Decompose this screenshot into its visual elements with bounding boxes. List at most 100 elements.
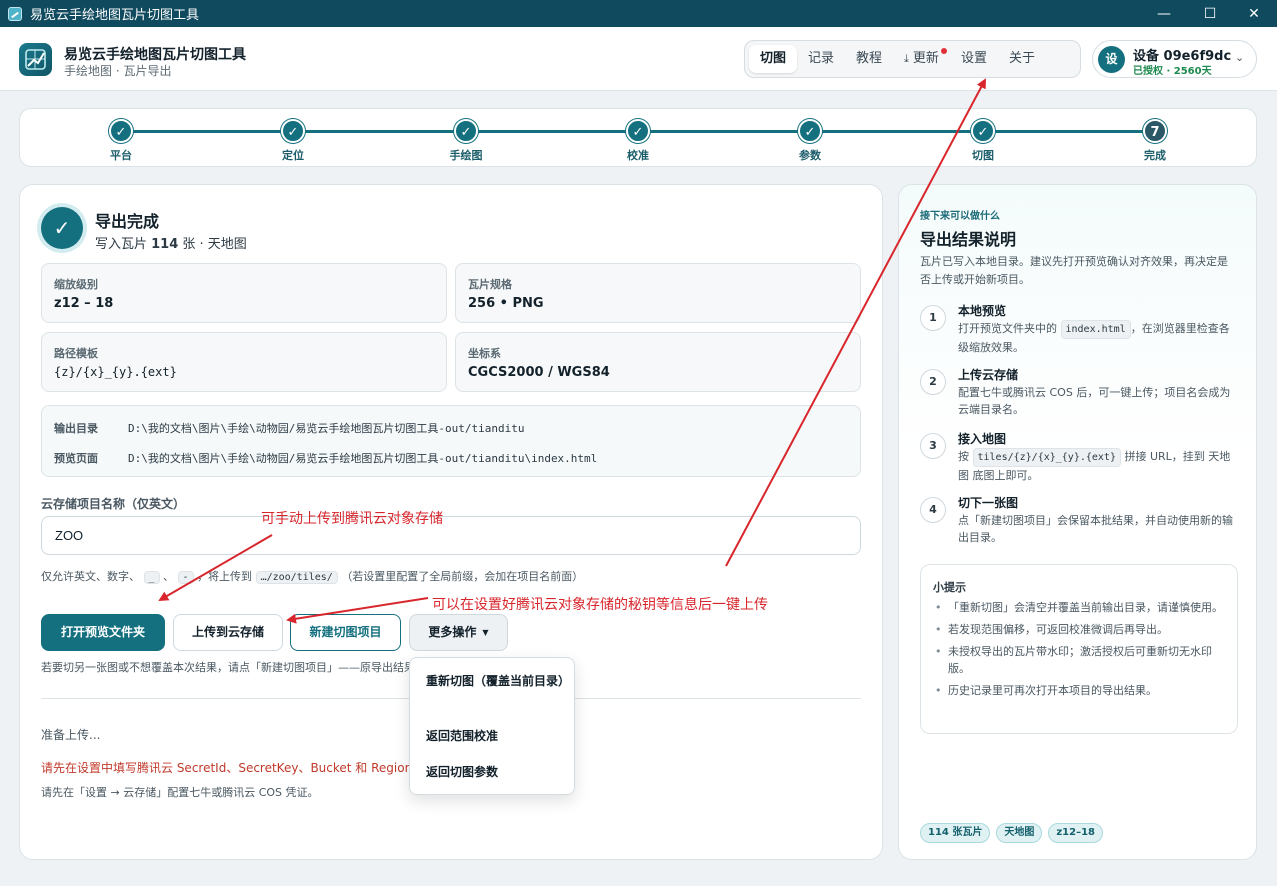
step-desc-text: 按 — [958, 450, 969, 463]
spec-value: 256 • PNG — [468, 296, 544, 311]
app-subtitle: 手绘地图 · 瓦片导出 — [64, 64, 172, 78]
step-number: 4 — [920, 497, 946, 523]
output-dir-value: D:\我的文档\图片\手绘\动物园/易览云手绘地图瓦片切图工具-out/tian… — [128, 422, 525, 435]
tag-zoom: z12–18 — [1048, 823, 1104, 843]
result-tags: 114 张瓦片 天地图 z12–18 — [920, 823, 1109, 843]
nav-update[interactable]: ⤓ 更新 — [893, 45, 950, 73]
path-template-box: 路径模板 {z}/{x}_{y}.{ext} — [41, 332, 447, 392]
step-done: 7 完成 — [1115, 119, 1195, 163]
preview-page-label: 预览页面 — [54, 452, 98, 465]
step-code: index.html — [1060, 320, 1131, 339]
step-params: ✓ 参数 — [770, 119, 850, 163]
tag-tile-count: 114 张瓦片 — [920, 823, 991, 843]
step-label: 定位 — [282, 149, 304, 162]
step-desc: 打开预览文件夹中的 index.html ，在浏览器里检查各级缩放效果。 — [958, 320, 1240, 356]
step-calibrate: ✓ 校准 — [598, 119, 678, 163]
license-status: 已授权 · 2560天 — [1133, 66, 1212, 77]
menu-item-back-params[interactable]: 返回切图参数 — [426, 764, 566, 781]
annotation-one-click-upload: 可以在设置好腾讯云对象存储的秘钥等信息后一键上传 — [432, 597, 768, 613]
new-project-note: 若要切另一张图或不想覆盖本次结果，请点「新建切图项目」——原导出结果会保留。 — [41, 661, 421, 674]
check-icon: ✓ — [281, 119, 305, 143]
nav-about[interactable]: 关于 — [998, 45, 1046, 73]
tip-item: 若发现范围偏移，可返回校准微调后再导出。 — [933, 621, 1229, 638]
hint-text: ，将上传到 — [197, 570, 253, 583]
step-desc-text: 打开预览文件夹中的 — [958, 322, 1057, 335]
step-desc: 配置七牛或腾讯云 COS 后，可一键上传；项目名会成为云端目录名。 — [958, 386, 1231, 416]
check-icon: ✓ — [109, 119, 133, 143]
step-platform: ✓ 平台 — [81, 119, 161, 163]
crs-value: CGCS2000 / WGS84 — [468, 365, 610, 380]
step-handdrawn: ✓ 手绘图 — [426, 119, 506, 163]
download-icon: ⤓ — [904, 52, 909, 65]
maximize-button[interactable]: ☐ — [1187, 0, 1233, 27]
open-preview-folder-button[interactable]: 打开预览文件夹 — [41, 614, 165, 651]
side-eyebrow: 接下来可以做什么 — [920, 211, 1000, 222]
progress-stepper: ✓ 平台 ✓ 定位 ✓ 手绘图 ✓ 校准 ✓ 参数 ✓ 切图 7 完成 — [19, 108, 1257, 167]
tile-count: 114 — [151, 237, 179, 252]
step-label: 完成 — [1144, 149, 1166, 162]
upload-cloud-button[interactable]: 上传到云存储 — [173, 614, 283, 651]
upload-advice: 请先在「设置 → 云存储」配置七牛或腾讯云 COS 凭证。 — [41, 786, 319, 799]
step-title: 本地预览 — [958, 304, 1007, 318]
check-icon: ✓ — [971, 119, 995, 143]
hint-text: 、 — [163, 570, 175, 583]
step-number: 1 — [920, 305, 946, 331]
step-desc: 按 tiles/{z}/{x}_{y}.{ext} 拼接 URL，挂到 天地图 … — [958, 448, 1240, 484]
app-title: 易览云手绘地图瓦片切图工具 — [64, 47, 246, 63]
cloud-project-hint: 仅允许英文、数字、 _ 、 - ，将上传到 …/zoo/tiles/ （若设置里… — [41, 568, 583, 584]
output-dir-label: 输出目录 — [54, 422, 98, 435]
more-actions-label: 更多操作 — [428, 625, 477, 639]
cloud-project-label: 云存储项目名称（仅英文） — [41, 497, 186, 511]
hint-code: _ — [143, 571, 160, 584]
step-number: 3 — [920, 433, 946, 459]
template-value: {z}/{x}_{y}.{ext} — [54, 365, 177, 379]
more-actions-button[interactable]: 更多操作 ▼ — [409, 614, 508, 651]
tag-platform: 天地图 — [996, 823, 1043, 843]
step-desc: 点「新建切图项目」会保留本批结果，并自动使用新的输出目录。 — [958, 514, 1233, 544]
zoom-value: z12 – 18 — [54, 296, 114, 311]
cloud-project-input[interactable]: ZOO — [41, 516, 861, 555]
device-menu[interactable]: 设 设备 09e6f9dc 已授权 · 2560天 ⌄ — [1092, 40, 1257, 78]
upload-error: 请先在设置中填写腾讯云 SecretId、SecretKey、Bucket 和 … — [41, 761, 411, 775]
tip-item: 未授权导出的瓦片带水印；激活授权后可重新切无水印版。 — [933, 643, 1229, 677]
preview-page-value: D:\我的文档\图片\手绘\动物园/易览云手绘地图瓦片切图工具-out/tian… — [128, 452, 598, 465]
step-label: 参数 — [799, 149, 821, 162]
new-project-button[interactable]: 新建切图项目 — [290, 614, 401, 651]
window-titlebar: 易览云手绘地图瓦片切图工具 — ☐ ✕ — [0, 0, 1277, 27]
tip-item: 历史记录里可再次打开本项目的导出结果。 — [933, 682, 1229, 699]
check-icon: ✓ — [626, 119, 650, 143]
tip-item: 「重新切图」会清空并覆盖当前输出目录，请谨慎使用。 — [933, 599, 1229, 616]
nav-records[interactable]: 记录 — [797, 45, 845, 73]
side-panel: 接下来可以做什么 导出结果说明 瓦片已写入本地目录。建议先打开预览确认对齐效果，… — [898, 184, 1257, 860]
nav-tutorial[interactable]: 教程 — [845, 45, 893, 73]
more-actions-menu: 重新切图（覆盖当前目录） 返回范围校准 返回切图参数 — [409, 657, 575, 795]
tips-title: 小提示 — [933, 581, 966, 594]
upload-status: 准备上传... — [41, 728, 101, 742]
minimize-button[interactable]: — — [1141, 0, 1187, 27]
app-map-icon — [8, 6, 22, 21]
app-logo — [19, 43, 52, 76]
tile-spec-box: 瓦片规格 256 • PNG — [455, 263, 861, 323]
nav-settings[interactable]: 设置 — [950, 45, 998, 73]
step-number: 2 — [920, 369, 946, 395]
crs-label: 坐标系 — [468, 347, 501, 360]
menu-item-back-calibrate[interactable]: 返回范围校准 — [426, 728, 566, 745]
step-title: 接入地图 — [958, 432, 1007, 446]
close-button[interactable]: ✕ — [1231, 0, 1277, 27]
step-label: 校准 — [627, 149, 649, 162]
window-title: 易览云手绘地图瓦片切图工具 — [30, 8, 200, 23]
result-sub-prefix: 写入瓦片 — [95, 237, 152, 252]
annotation-manual-upload: 可手动上传到腾讯云对象存储 — [261, 511, 443, 527]
device-avatar: 设 — [1098, 46, 1125, 73]
app-header: 易览云手绘地图瓦片切图工具 手绘地图 · 瓦片导出 切图 记录 教程 ⤓ 更新 设… — [0, 27, 1277, 91]
menu-item-recut[interactable]: 重新切图（覆盖当前目录） — [426, 673, 570, 690]
step-label: 平台 — [110, 149, 132, 162]
hint-text: （若设置里配置了全局前缀，会加在项目名前面） — [341, 570, 584, 583]
output-paths-box: 输出目录 D:\我的文档\图片\手绘\动物园/易览云手绘地图瓦片切图工具-out… — [41, 405, 861, 477]
spec-label: 瓦片规格 — [468, 278, 512, 291]
map-logo-icon — [25, 49, 46, 70]
step-code: tiles/{z}/{x}_{y}.{ext} — [972, 448, 1121, 467]
result-title: 导出完成 — [95, 212, 160, 231]
tips-list: 「重新切图」会清空并覆盖当前输出目录，请谨慎使用。 若发现范围偏移，可返回校准微… — [933, 599, 1229, 704]
nav-cut[interactable]: 切图 — [749, 45, 798, 73]
